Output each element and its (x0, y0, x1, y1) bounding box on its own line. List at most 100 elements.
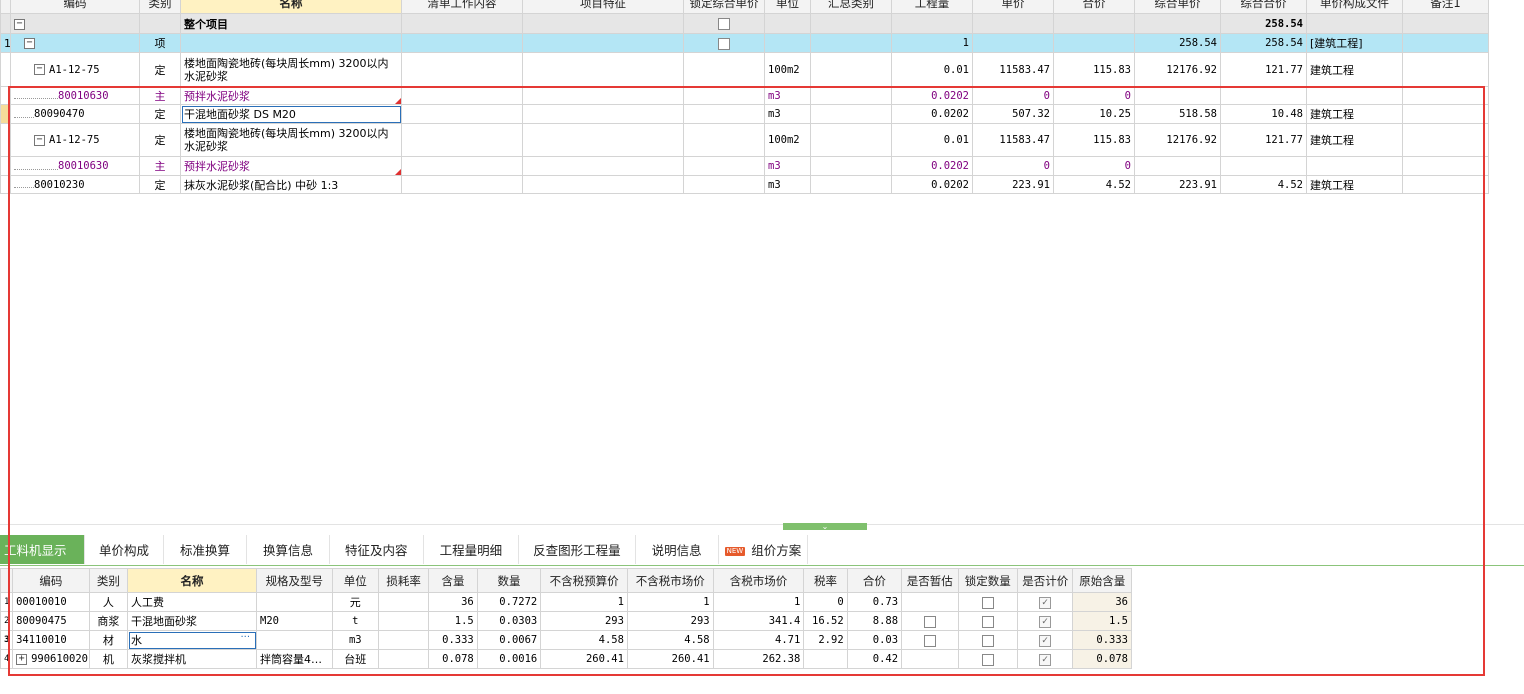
remark-cell[interactable] (1402, 52, 1489, 87)
col-header-tax-rate[interactable]: 税率 (803, 568, 848, 593)
table-row-resource[interactable]: 1 00010010 人 人工费 元 36 0.7272 1 1 1 0 0.7… (0, 592, 1132, 612)
lock-price-cell[interactable] (683, 86, 765, 105)
tax-rate-cell[interactable] (803, 649, 848, 669)
remark-cell[interactable] (1402, 123, 1489, 157)
code-cell[interactable]: +990610020 (12, 649, 90, 669)
lock-quantity-cell[interactable] (957, 611, 1018, 631)
loss-rate-cell[interactable] (377, 630, 430, 650)
spec-cell[interactable]: 拌筒容量4… (256, 649, 333, 669)
lock-quantity-checkbox[interactable] (981, 634, 994, 647)
name-cell[interactable]: 整个项目 (180, 13, 402, 34)
col-header-comp-unit-price[interactable]: 综合单价 (1134, 0, 1221, 14)
market-price-cell[interactable]: 293 (626, 611, 714, 631)
table-row-resource[interactable]: 2 80090475 商浆 干混地面砂浆 M20 t 1.5 0.0303 29… (0, 611, 1132, 631)
col-header-remark[interactable]: 备注1 (1402, 0, 1489, 14)
tab-labor-material-machine[interactable]: 工料机显示 (0, 535, 85, 564)
quantity-cell[interactable]: 0.0067 (476, 630, 542, 650)
quantity-cell[interactable]: 0.0016 (476, 649, 542, 669)
features-cell[interactable] (522, 123, 684, 157)
code-cell[interactable]: − A1-12-75 (10, 52, 140, 87)
name-cell[interactable]: 抹灰水泥砂浆(配合比) 中砂 1:3 (180, 175, 402, 194)
market-price-cell[interactable]: 1 (626, 592, 714, 612)
tab-standard-conversion[interactable]: 标准换算 (164, 535, 248, 564)
col-header-quantity[interactable]: 数量 (476, 568, 542, 593)
is-priced-cell[interactable]: ✓ (1016, 592, 1074, 612)
lock-quantity-cell[interactable] (957, 649, 1018, 669)
loss-rate-cell[interactable] (377, 592, 430, 612)
col-header-loss-rate[interactable]: 损耗率 (377, 568, 430, 593)
lock-price-checkbox[interactable] (718, 37, 730, 50)
lock-quantity-cell[interactable] (957, 630, 1018, 650)
remark-cell[interactable] (1402, 33, 1489, 53)
code-cell[interactable]: 80090475 (12, 611, 90, 631)
code-cell[interactable]: 80090470 (10, 104, 140, 124)
ellipsis-icon[interactable]: ··· (240, 632, 250, 643)
quantity-cell[interactable]: 0.0303 (476, 611, 542, 631)
lock-price-cell[interactable] (683, 13, 765, 34)
col-header-lock-price[interactable]: 锁定综合单价 (683, 0, 765, 14)
code-cell[interactable]: 80010630 (10, 86, 140, 105)
col-header-name[interactable]: 名称 (126, 568, 258, 593)
tax-market-price-cell[interactable]: 1 (712, 592, 805, 612)
col-header-comp-total[interactable]: 综合合价 (1220, 0, 1307, 14)
code-cell[interactable]: 80010230 (10, 175, 140, 194)
lock-price-cell[interactable] (683, 123, 765, 157)
lock-price-cell[interactable] (683, 175, 765, 194)
col-header-name[interactable]: 名称 (180, 0, 402, 14)
table-row-project[interactable]: − 整个项目 258.54 (0, 13, 1489, 34)
work-content-cell[interactable] (401, 33, 523, 53)
col-header-price-file[interactable]: 单价构成文件 (1306, 0, 1403, 14)
col-header-quantity[interactable]: 工程量 (891, 0, 973, 14)
work-content-cell[interactable] (401, 13, 523, 34)
tax-rate-cell[interactable]: 16.52 (803, 611, 848, 631)
name-cell[interactable]: 预拌水泥砂浆 (180, 86, 402, 105)
features-cell[interactable] (522, 156, 684, 176)
remark-cell[interactable] (1402, 13, 1489, 34)
code-cell[interactable]: 80010630 (10, 156, 140, 176)
col-header-total[interactable]: 合价 (846, 568, 903, 593)
quantity-cell[interactable]: 1 (891, 33, 973, 53)
col-header-unit-price[interactable]: 单价 (972, 0, 1054, 14)
content-cell[interactable]: 1.5 (428, 611, 478, 631)
table-row-material[interactable]: 80010630 主 预拌水泥砂浆 m3 0.0202 0 0 (0, 86, 1489, 105)
is-estimate-cell[interactable] (901, 611, 959, 631)
col-header-tax-market-price[interactable]: 含税市场价 (712, 568, 805, 593)
is-estimate-checkbox[interactable] (923, 615, 936, 628)
loss-rate-cell[interactable] (377, 611, 430, 631)
panel-splitter[interactable] (0, 524, 1524, 525)
tab-quantity-detail[interactable]: 工程量明细 (423, 535, 520, 564)
is-estimate-checkbox[interactable] (923, 634, 936, 647)
remark-cell[interactable] (1402, 104, 1489, 124)
minus-toggle-icon[interactable]: − (24, 38, 35, 49)
name-cell[interactable]: 楼地面陶瓷地砖(每块周长mm) 3200以内水泥砂浆 (180, 52, 402, 87)
code-cell[interactable]: − A1-12-75 (10, 123, 140, 157)
plus-toggle-icon[interactable]: + (16, 653, 28, 665)
col-header-amount[interactable]: 合价 (1053, 0, 1135, 14)
col-header-type[interactable]: 类别 (88, 568, 129, 593)
splitter-grip-handle[interactable]: ⌄ (783, 523, 867, 531)
col-header-code[interactable]: 编码 (10, 0, 140, 14)
quantity-cell[interactable]: 0.0202 (891, 104, 973, 124)
spec-cell[interactable] (256, 630, 333, 650)
col-header-unit[interactable]: 单位 (331, 568, 379, 593)
name-cell[interactable]: 人工费 (126, 592, 258, 612)
lock-quantity-checkbox[interactable] (981, 615, 994, 628)
tab-features-content[interactable]: 特征及内容 (330, 535, 424, 564)
work-content-cell[interactable] (401, 104, 523, 124)
is-priced-cell[interactable]: ✓ (1016, 649, 1074, 669)
features-cell[interactable] (522, 86, 684, 105)
lock-price-cell[interactable] (683, 156, 765, 176)
is-priced-checkbox[interactable]: ✓ (1039, 596, 1052, 609)
name-cell-selected[interactable]: 干混地面砂浆 DS M20 (180, 104, 402, 124)
tax-market-price-cell[interactable]: 4.71 (712, 630, 805, 650)
tax-market-price-cell[interactable]: 262.38 (712, 649, 805, 669)
col-header-work-content[interactable]: 清单工作内容 (401, 0, 523, 14)
code-cell[interactable]: 34110010 (12, 630, 90, 650)
work-content-cell[interactable] (401, 123, 523, 157)
content-cell[interactable]: 0.078 (428, 649, 478, 669)
col-header-features[interactable]: 项目特征 (522, 0, 684, 14)
is-priced-checkbox[interactable]: ✓ (1039, 634, 1052, 647)
content-cell[interactable]: 36 (428, 592, 478, 612)
is-estimate-cell[interactable] (901, 630, 959, 650)
features-cell[interactable] (522, 104, 684, 124)
